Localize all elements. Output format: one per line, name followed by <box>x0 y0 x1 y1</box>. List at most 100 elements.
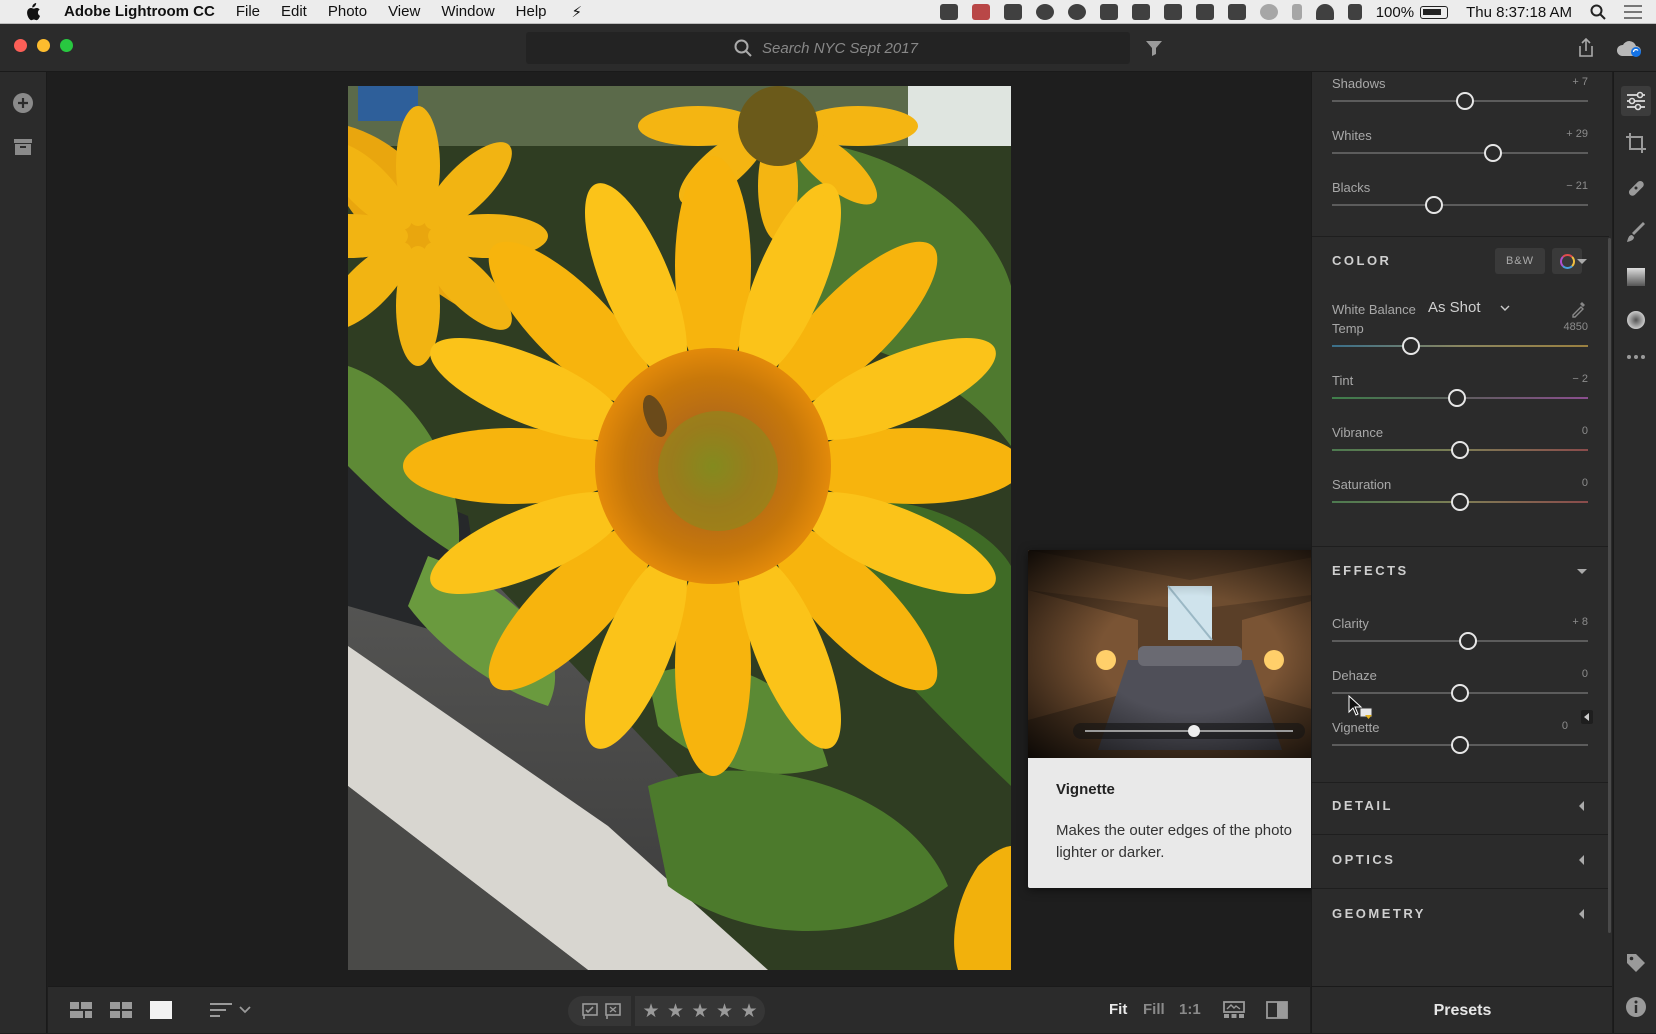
zoom-fit-button[interactable]: Fit <box>1109 1001 1127 1018</box>
window-close-button[interactable] <box>14 39 27 52</box>
share-icon[interactable] <box>1577 38 1595 58</box>
dehaze-slider-knob[interactable] <box>1451 684 1469 702</box>
crop-icon[interactable] <box>1625 132 1647 154</box>
star-1-icon[interactable]: ★ <box>642 1000 659 1023</box>
audio-tray-icon[interactable] <box>1163 4 1182 20</box>
menu-window[interactable]: Window <box>441 3 494 20</box>
vibrance-slider-knob[interactable] <box>1451 441 1469 459</box>
pick-flag-icon[interactable] <box>582 1003 598 1019</box>
sunflower-photo[interactable] <box>348 86 1011 970</box>
menu-edit[interactable]: Edit <box>281 3 307 20</box>
window-zoom-button[interactable] <box>60 39 73 52</box>
menu-view[interactable]: View <box>388 3 420 20</box>
wifi-extension-tray-icon[interactable] <box>1067 4 1086 20</box>
pinwheel-tray-icon[interactable] <box>1099 4 1118 20</box>
volume-icon[interactable] <box>1347 4 1362 20</box>
saturation-slider-knob[interactable] <box>1451 493 1469 511</box>
geometry-section-header[interactable]: GEOMETRY <box>1332 899 1588 929</box>
grid-tray-icon[interactable] <box>1195 4 1214 20</box>
wifi-icon[interactable] <box>1315 4 1334 20</box>
healing-brush-icon[interactable] <box>1625 177 1647 199</box>
battery-icon[interactable] <box>1420 5 1449 19</box>
blacks-value[interactable]: − 21 <box>1566 180 1588 192</box>
keyword-tag-icon[interactable] <box>1625 952 1647 974</box>
menubar-clock[interactable]: Thu 8:37:18 AM <box>1466 4 1572 21</box>
vignette-value[interactable]: 0 <box>1562 720 1568 732</box>
reject-flag-icon[interactable] <box>605 1003 621 1019</box>
cloud-sync-icon[interactable] <box>1615 40 1643 58</box>
lightning-bolt-icon[interactable]: ⚡ <box>572 3 583 21</box>
filmstrip-icon[interactable] <box>1223 1001 1245 1019</box>
blacks-slider-knob[interactable] <box>1425 196 1444 214</box>
star-5-icon[interactable]: ★ <box>740 1000 757 1023</box>
creative-cloud-tray-icon[interactable] <box>1035 4 1054 20</box>
zoom-1to1-button[interactable]: 1:1 <box>1179 1001 1201 1018</box>
chevron-down-icon[interactable] <box>1500 303 1510 313</box>
black-and-white-button[interactable]: B&W <box>1495 248 1545 274</box>
add-photos-icon[interactable] <box>12 92 34 114</box>
temp-value[interactable]: 4850 <box>1564 321 1588 333</box>
vignette-slider-knob[interactable] <box>1451 736 1469 754</box>
time-machine-icon[interactable] <box>1259 4 1278 20</box>
display-tray-icon[interactable] <box>1131 4 1150 20</box>
color-section-header[interactable]: COLOR B&W <box>1332 246 1588 276</box>
clarity-value[interactable]: + 8 <box>1572 616 1588 628</box>
chevron-down-icon[interactable] <box>1576 255 1588 267</box>
search-bar[interactable] <box>526 32 1130 64</box>
whites-value[interactable]: + 29 <box>1566 128 1588 140</box>
blacks-slider-track[interactable] <box>1332 204 1588 206</box>
saturation-value[interactable]: 0 <box>1582 477 1588 489</box>
effects-section-header[interactable]: EFFECTS <box>1332 556 1588 586</box>
vignette-expand-icon[interactable] <box>1581 710 1593 724</box>
more-options-icon[interactable] <box>1625 346 1647 368</box>
linear-gradient-icon[interactable] <box>1625 266 1647 288</box>
vibrance-value[interactable]: 0 <box>1582 425 1588 437</box>
menu-photo[interactable]: Photo <box>328 3 367 20</box>
app-name-menu[interactable]: Adobe Lightroom CC <box>64 3 215 20</box>
temp-slider-track[interactable] <box>1332 345 1588 347</box>
square-grid-view-icon[interactable] <box>110 1001 132 1019</box>
shadows-slider-knob[interactable] <box>1456 92 1475 110</box>
star-3-icon[interactable]: ★ <box>691 1000 708 1023</box>
tint-slider-knob[interactable] <box>1448 389 1467 407</box>
clarity-slider-knob[interactable] <box>1458 632 1477 650</box>
detail-section-header[interactable]: DETAIL <box>1332 791 1588 821</box>
temp-slider-knob[interactable] <box>1402 337 1421 355</box>
star-4-icon[interactable]: ★ <box>716 1000 733 1023</box>
chevron-left-icon[interactable] <box>1576 908 1588 920</box>
detail-view-icon[interactable] <box>150 1001 172 1019</box>
whites-slider-track[interactable] <box>1332 152 1588 154</box>
zoom-fill-button[interactable]: Fill <box>1143 1001 1165 1018</box>
notification-center-icon[interactable] <box>1624 5 1642 19</box>
before-after-icon[interactable] <box>1266 999 1288 1021</box>
eyedropper-icon[interactable] <box>1570 298 1588 318</box>
menu-file[interactable]: File <box>236 3 260 20</box>
dehaze-value[interactable]: 0 <box>1582 668 1588 680</box>
bluetooth-icon[interactable] <box>1291 4 1302 20</box>
shadows-value[interactable]: + 7 <box>1572 76 1588 88</box>
filter-icon[interactable] <box>1145 40 1163 56</box>
photo-grid-view-icon[interactable] <box>70 1001 92 1019</box>
spotlight-search-icon[interactable] <box>1590 4 1606 20</box>
library-panel-icon[interactable] <box>13 138 33 156</box>
edit-sliders-icon[interactable] <box>1621 86 1651 116</box>
brush-icon[interactable] <box>1625 222 1647 244</box>
tint-value[interactable]: − 2 <box>1572 373 1588 385</box>
chevron-down-icon[interactable] <box>1576 565 1588 577</box>
optics-section-header[interactable]: OPTICS <box>1332 845 1588 875</box>
star-2-icon[interactable]: ★ <box>667 1000 684 1023</box>
window-minimize-button[interactable] <box>37 39 50 52</box>
sort-icon[interactable] <box>210 1001 254 1019</box>
chevron-left-icon[interactable] <box>1576 854 1588 866</box>
shield-tray-icon[interactable] <box>971 4 990 20</box>
dropbox-tray-icon[interactable] <box>1003 4 1022 20</box>
apple-logo-icon[interactable] <box>22 2 42 21</box>
menu-help[interactable]: Help <box>516 3 547 20</box>
info-icon[interactable] <box>1625 996 1647 1018</box>
evernote-tray-icon[interactable] <box>939 4 958 20</box>
search-input[interactable] <box>762 39 922 57</box>
white-balance-select[interactable]: As Shot <box>1428 299 1481 316</box>
chevron-left-icon[interactable] <box>1576 800 1588 812</box>
radial-gradient-icon[interactable] <box>1625 309 1647 331</box>
whites-slider-knob[interactable] <box>1484 144 1503 162</box>
